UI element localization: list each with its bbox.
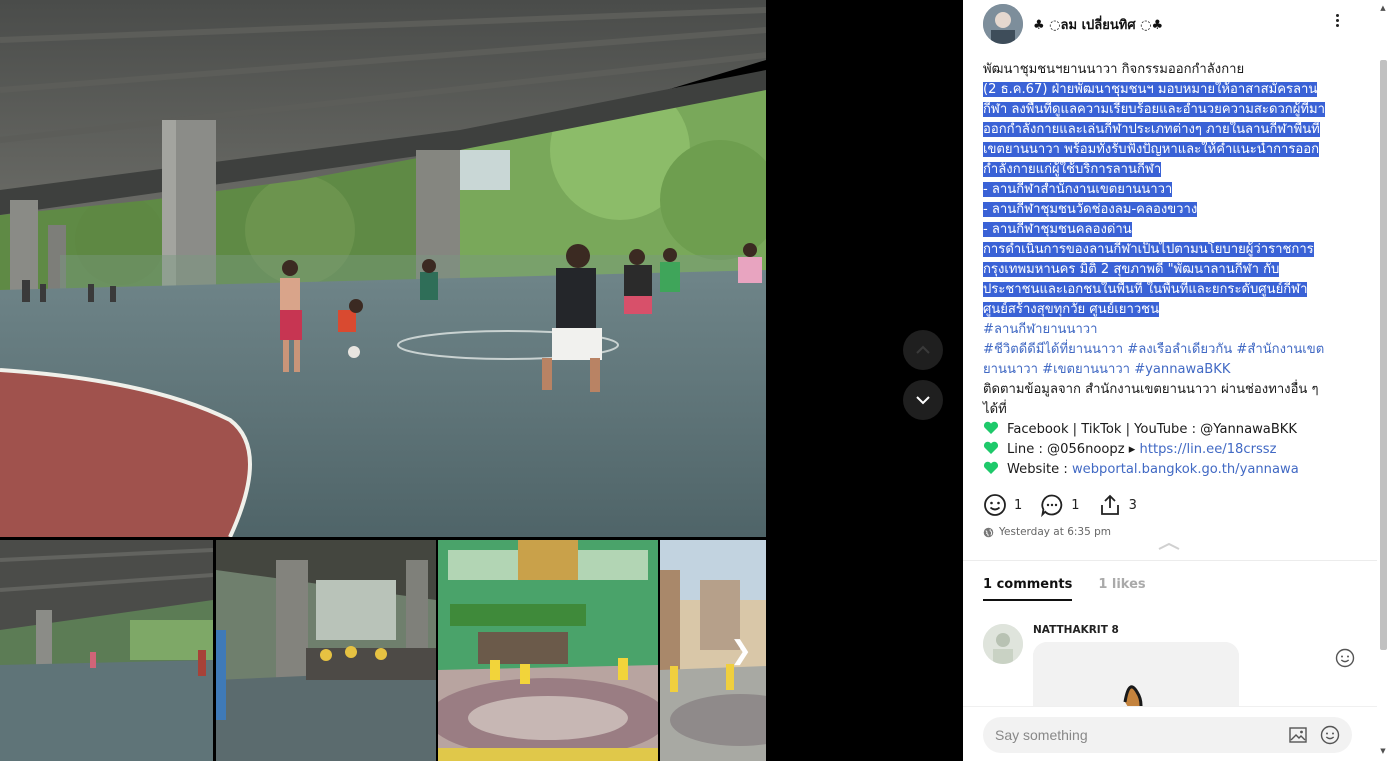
selected-text: กำลังกายแก่ผู้ใช้บริการลานกีฬา (983, 162, 1162, 177)
selected-text: - ลานกีฬาสำนักงานเขตยานนาวา (983, 182, 1173, 197)
previous-post-button[interactable] (903, 330, 943, 370)
globe-icon (983, 527, 994, 537)
selected-text: ออกกำลังกายและเล่นกีฬาประเภทต่างๆ ภายในล… (983, 122, 1320, 137)
timestamp-text: Yesterday at 6:35 pm (999, 526, 1112, 538)
highlighted-line: - ลานกีฬาชุมชนคลองด่าน (983, 220, 1363, 240)
post-panel: ▲ ▼ ♣ ◌ลม เปลี่ยนทิศ ◌♣ พัฒนาชุมชนฯยานนา… (963, 0, 1390, 761)
highlighted-line: กำลังกายแก่ผู้ใช้บริการลานกีฬา (983, 160, 1363, 180)
follow-text: ได้ที่ (983, 402, 1007, 417)
emoji-icon[interactable] (1320, 725, 1340, 745)
thumbnail-photo-1[interactable] (0, 540, 213, 761)
selected-text: กรุงเทพมหานคร มิติ 2 สุขภาพดี "พัฒนาลานก… (983, 262, 1280, 277)
comment-bubble-icon (1041, 494, 1063, 517)
commenter-name[interactable]: NATTHAKRIT 8 (1033, 624, 1119, 636)
comment-reaction-icon[interactable] (1335, 648, 1355, 668)
highlighted-line: การดำเนินการของลานกีฬาเป็นไปตามนโยบายผู้… (983, 240, 1363, 260)
comment-tabs: 1 comments 1 likes (983, 577, 1172, 601)
more-options-icon[interactable] (1331, 12, 1343, 32)
green-heart-icon (983, 461, 999, 474)
highlighted-line: ศูนย์สร้างสุขทุกวัย ศูนย์เยาวชน (983, 300, 1363, 320)
highlighted-line: กีฬา ลงพื้นที่ดูแลความเรียบร้อยและอำนวยค… (983, 100, 1363, 120)
comment-box[interactable] (983, 717, 1352, 753)
smile-icon (984, 494, 1006, 516)
selected-text: ศูนย์สร้างสุขทุกวัย ศูนย์เยาวชน (983, 302, 1160, 317)
selected-text: ประชาชนและเอกชนในพื้นที่ ในพื้นที่และยกร… (983, 282, 1308, 297)
scrollbar[interactable]: ▲ ▼ (1378, 4, 1388, 757)
green-heart-icon (983, 441, 999, 454)
selected-text: - ลานกีฬาชุมชนวัดช่องลม-คลองขวาง (983, 202, 1198, 217)
green-heart-icon (983, 421, 999, 434)
website-label: Website : (1007, 462, 1072, 477)
selected-text: กีฬา ลงพื้นที่ดูแลความเรียบร้อยและอำนวยค… (983, 102, 1326, 117)
highlighted-line: (2 ธ.ค.67) ฝ่ายพัฒนาชุมชนฯ มอบหมายให้อาส… (983, 80, 1363, 100)
website-line: Website : webportal.bangkok.go.th/yannaw… (983, 460, 1363, 480)
follow-text: ติดตามข้อมูลจาก สำนักงานเขตยานนาวา ผ่านช… (983, 382, 1319, 397)
highlighted-line: กรุงเทพมหานคร มิติ 2 สุขภาพดี "พัฒนาลานก… (983, 260, 1363, 280)
highlighted-line: เขตยานนาวา พร้อมทั้งรับฟังปัญหาและให้คำแ… (983, 140, 1363, 160)
media-viewer: ❯ (0, 0, 963, 761)
image-icon[interactable] (1289, 726, 1307, 744)
author-avatar[interactable] (983, 4, 1023, 44)
comment-composer (963, 706, 1377, 761)
selected-text: การดำเนินการของลานกีฬาเป็นไปตามนโยบายผู้… (983, 242, 1314, 257)
share-count: 3 (1128, 497, 1137, 513)
comment-count: 1 (1071, 497, 1080, 513)
tab-comments[interactable]: 1 comments (983, 577, 1073, 601)
share-button[interactable]: 3 (1098, 493, 1137, 517)
thumbnail-next-arrow-icon[interactable]: ❯ (728, 636, 754, 666)
tab-likes[interactable]: 1 likes (1098, 577, 1145, 601)
line-link[interactable]: https://lin.ee/18crssz (1140, 442, 1277, 457)
main-photo[interactable] (0, 0, 766, 537)
collapse-chevron-icon[interactable] (1157, 540, 1181, 552)
comment-button[interactable]: 1 (1040, 493, 1080, 517)
scroll-up-arrow-icon[interactable]: ▲ (1378, 4, 1388, 12)
social-handles: Facebook | TikTok | YouTube : @YannawaBK… (1007, 422, 1297, 437)
post-header: ♣ ◌ลม เปลี่ยนทิศ ◌♣ (983, 4, 1373, 44)
thumbnail-photo-3[interactable] (438, 540, 658, 761)
post-text: พัฒนาชุมชนฯยานนาวา กิจกรรมออกกำลังกาย (2… (983, 60, 1363, 480)
chevron-up-icon (916, 345, 930, 354)
highlighted-line: - ลานกีฬาสำนักงานเขตยานนาวา (983, 180, 1363, 200)
selected-text: เขตยานนาวา พร้อมทั้งรับฟังปัญหาและให้คำแ… (983, 142, 1320, 157)
highlighted-line: - ลานกีฬาชุมชนวัดช่องลม-คลองขวาง (983, 200, 1363, 220)
share-icon (1100, 494, 1119, 515)
selected-text: - ลานกีฬาชุมชนคลองด่าน (983, 222, 1132, 237)
highlighted-line: ออกกำลังกายและเล่นกีฬาประเภทต่างๆ ภายในล… (983, 120, 1363, 140)
post-actions: 1 1 3 (983, 492, 1155, 518)
line-id: Line : @056noopz ▸ (1007, 442, 1140, 457)
divider (963, 560, 1377, 561)
highlighted-line: ประชาชนและเอกชนในพื้นที่ ในพื้นที่และยกร… (983, 280, 1363, 300)
reaction-count: 1 (1014, 497, 1023, 513)
hashtag[interactable]: #ชีวิตดีดีมีได้ที่ยานนาวา #ลงเรือลำเดียว… (983, 340, 1363, 360)
highlighted-text-block: (2 ธ.ค.67) ฝ่ายพัฒนาชุมชนฯ มอบหมายให้อาส… (983, 80, 1363, 320)
chevron-down-icon (916, 396, 930, 405)
scroll-down-arrow-icon[interactable]: ▼ (1378, 747, 1388, 755)
post-intro: พัฒนาชุมชนฯยานนาวา กิจกรรมออกกำลังกาย (983, 62, 1245, 77)
scrollbar-thumb[interactable] (1380, 60, 1387, 650)
facebook-line: Facebook | TikTok | YouTube : @YannawaBK… (983, 420, 1363, 440)
selected-text: (2 ธ.ค.67) ฝ่ายพัฒนาชุมชนฯ มอบหมายให้อาส… (983, 82, 1318, 97)
post-timestamp: Yesterday at 6:35 pm (983, 526, 1111, 538)
hashtag[interactable]: ยานนาวา #เขตยานนาวา #yannawaBKK (983, 360, 1363, 380)
hashtag[interactable]: #ลานกีฬายานนาวา (983, 320, 1363, 340)
comment-input[interactable] (995, 717, 1275, 753)
reaction-button[interactable]: 1 (983, 493, 1022, 517)
next-post-button[interactable] (903, 380, 943, 420)
commenter-avatar[interactable] (983, 624, 1023, 664)
author-name[interactable]: ♣ ◌ลม เปลี่ยนทิศ ◌♣ (1033, 14, 1163, 35)
thumbnail-photo-2[interactable] (216, 540, 436, 761)
website-link[interactable]: webportal.bangkok.go.th/yannawa (1072, 462, 1299, 477)
line-contact: Line : @056noopz ▸ https://lin.ee/18crss… (983, 440, 1363, 460)
